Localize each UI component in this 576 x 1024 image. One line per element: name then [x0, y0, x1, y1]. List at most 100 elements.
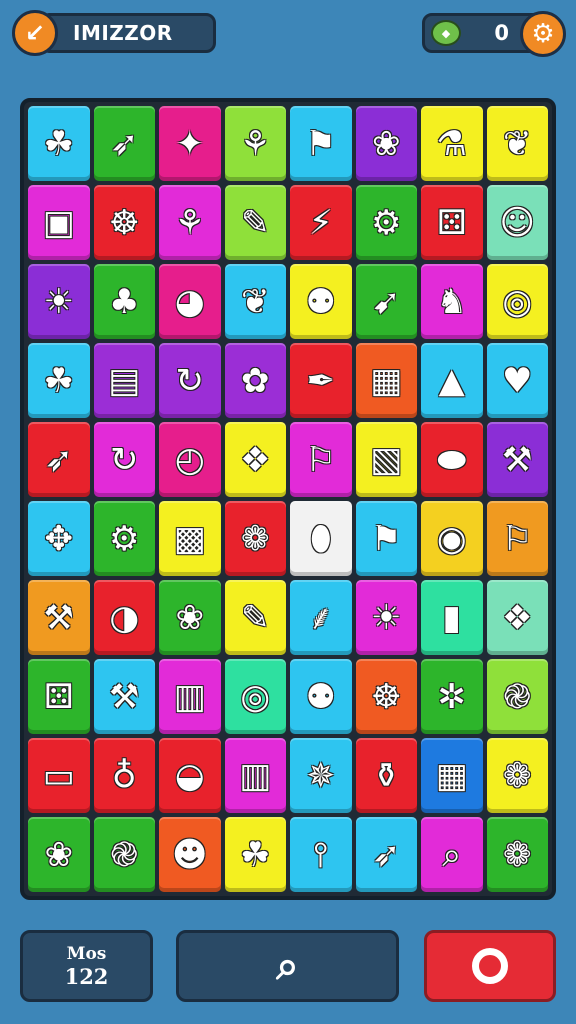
tile[interactable]: ❁ [486, 738, 548, 813]
tile[interactable]: ⚱ [355, 738, 417, 813]
tile[interactable]: ▥ [224, 738, 286, 813]
hint-button[interactable]: ⌕ [176, 930, 399, 1002]
tile[interactable]: ⚉ [290, 659, 352, 734]
tile[interactable]: ⚒ [28, 580, 90, 655]
tile[interactable]: ⚘ [159, 185, 221, 260]
tile[interactable]: ⚗ [421, 106, 483, 181]
tile[interactable]: ⚄ [421, 185, 483, 260]
tile[interactable]: ❖ [224, 422, 286, 497]
tile[interactable]: ▭ [28, 738, 90, 813]
tile[interactable]: ▮ [421, 580, 483, 655]
tile[interactable]: ☀ [28, 264, 90, 339]
score-value: 0 [494, 21, 509, 45]
tile[interactable]: ֎ [93, 817, 155, 892]
tile[interactable]: ❀ [355, 106, 417, 181]
tile[interactable]: ❦ [486, 106, 548, 181]
tile[interactable]: ❦ [224, 264, 286, 339]
tile[interactable]: ▩ [159, 501, 221, 576]
tile[interactable]: ◉ [421, 501, 483, 576]
wing-icon: ❀ [372, 123, 401, 164]
leaf-ball-icon: ◒ [174, 755, 205, 796]
tile[interactable]: ◕ [159, 264, 221, 339]
tile[interactable]: ⚙ [355, 185, 417, 260]
tile[interactable]: ✎ [224, 185, 286, 260]
tile[interactable]: ♣ [93, 264, 155, 339]
dice-icon: ⚄ [436, 202, 467, 243]
tile[interactable]: ☘ [28, 106, 90, 181]
tile[interactable]: ⫯ [290, 817, 352, 892]
tile[interactable]: ⚒ [486, 422, 548, 497]
tile[interactable]: ✵ [290, 738, 352, 813]
tile[interactable]: ☻ [159, 817, 221, 892]
tile[interactable]: ◎ [486, 264, 548, 339]
back-button[interactable]: ↙ [12, 10, 58, 56]
tile[interactable]: ❀ [28, 817, 90, 892]
settings-button[interactable]: ⚙ [520, 11, 566, 57]
tile[interactable]: ⚑ [355, 501, 417, 576]
tile[interactable]: ♞ [421, 264, 483, 339]
tile[interactable]: ◑ [93, 580, 155, 655]
compass-icon: ✲ [437, 676, 467, 717]
tile[interactable]: ☸ [355, 659, 417, 734]
tile[interactable]: ✲ [421, 659, 483, 734]
tile[interactable]: ⬮ [290, 501, 352, 576]
tile[interactable]: ➶ [93, 106, 155, 181]
tile[interactable]: ☘ [28, 343, 90, 418]
tile[interactable]: ⚑ [290, 106, 352, 181]
tile[interactable]: ⚄ [28, 659, 90, 734]
tile[interactable]: ▦ [421, 738, 483, 813]
tile[interactable]: ☸ [93, 185, 155, 260]
tile[interactable]: ❁ [224, 501, 286, 576]
swirl-icon: ֎ [503, 676, 532, 717]
tile[interactable]: ☺ [486, 185, 548, 260]
tile[interactable]: ➶ [28, 422, 90, 497]
tile[interactable]: ⚐ [486, 501, 548, 576]
magnifier-icon: ⌕ [442, 834, 462, 875]
tile[interactable]: ✎ [224, 580, 286, 655]
tile[interactable]: ▲ [421, 343, 483, 418]
tile[interactable]: ▤ [93, 343, 155, 418]
tile[interactable]: ✒ [290, 343, 352, 418]
tile[interactable]: ✥ [28, 501, 90, 576]
heart-icon: ♥ [502, 360, 533, 401]
tile[interactable]: ◎ [224, 659, 286, 734]
lantern-icon: ◎ [502, 281, 533, 322]
tile[interactable]: ▣ [28, 185, 90, 260]
bottom-bar: Mos 122 ⌕ [0, 920, 576, 1010]
tile[interactable]: ✿ [224, 343, 286, 418]
tile[interactable]: ❖ [486, 580, 548, 655]
tile[interactable]: ▥ [159, 659, 221, 734]
action-button[interactable] [424, 930, 556, 1002]
tile[interactable]: ↻ [159, 343, 221, 418]
tile[interactable]: ⬬ [421, 422, 483, 497]
tile[interactable]: ✦ [159, 106, 221, 181]
tile[interactable]: ⚐ [290, 422, 352, 497]
tile[interactable]: ◴ [159, 422, 221, 497]
tile[interactable]: ⚘ [224, 106, 286, 181]
tile[interactable]: ↻ [93, 422, 155, 497]
tile[interactable]: ▦ [355, 343, 417, 418]
tile[interactable]: ⚒ [93, 659, 155, 734]
arrow-icon: ➶ [110, 123, 139, 164]
tile[interactable]: ⚉ [290, 264, 352, 339]
tile[interactable]: ⚡ [290, 185, 352, 260]
refresh-icon: ↻ [175, 360, 205, 401]
tile[interactable]: ֎ [486, 659, 548, 734]
tile[interactable]: ☘ [224, 817, 286, 892]
brush-icon: ✎ [241, 202, 270, 243]
tile[interactable]: ➶ [355, 817, 417, 892]
tile[interactable]: ☀ [355, 580, 417, 655]
tile[interactable]: ◒ [159, 738, 221, 813]
tile[interactable]: ⸙ [290, 580, 352, 655]
tile[interactable]: ♁ [93, 738, 155, 813]
tile[interactable]: ⚙ [93, 501, 155, 576]
tile[interactable]: ➹ [355, 264, 417, 339]
gem-icon: ◆ [431, 20, 461, 46]
lion-icon: ♞ [436, 281, 467, 322]
tile[interactable]: ❁ [486, 817, 548, 892]
tile[interactable]: ⌕ [421, 817, 483, 892]
tile[interactable]: ❀ [159, 580, 221, 655]
tile[interactable]: ♥ [486, 343, 548, 418]
tile[interactable]: ▧ [355, 422, 417, 497]
fountain-icon: ⫯ [313, 834, 329, 875]
